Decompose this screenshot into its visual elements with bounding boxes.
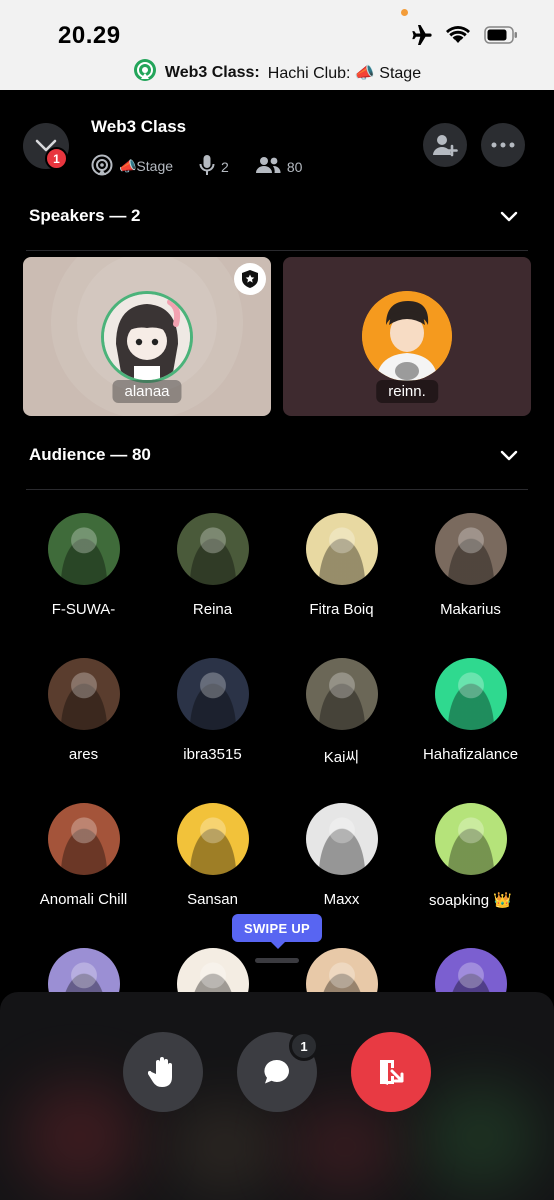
stage-signal-icon: [133, 58, 157, 87]
background-blur: [170, 1102, 280, 1192]
audience-member[interactable]: F-SUWA-: [19, 513, 148, 618]
speaker-name: alanaa: [112, 380, 182, 403]
audience-name: ares: [68, 746, 99, 763]
avatar: [434, 803, 507, 875]
audience-member[interactable]: Fitra Boiq: [277, 513, 406, 618]
background-blur: [290, 1102, 400, 1192]
audience-member[interactable]: ibra3515: [148, 658, 277, 763]
banner-detail: Hachi Club: 📣 Stage: [267, 64, 422, 82]
audience-name: F-SUWA-: [51, 601, 116, 618]
avatar: [176, 513, 249, 585]
audience-name: Hahafizalance: [422, 746, 519, 763]
raise-hand-button[interactable]: [123, 1032, 203, 1112]
audience-name: soapking 👑: [429, 892, 512, 909]
audience-member[interactable]: Anomali Chill: [19, 803, 148, 908]
background-blur: [20, 1082, 140, 1192]
listeners-count: 80: [286, 158, 303, 175]
chevron-down-icon: [500, 211, 518, 221]
controls-panel: [0, 992, 554, 1200]
speakers-section-header[interactable]: Speakers — 2: [29, 206, 518, 226]
avatar: [434, 658, 507, 730]
avatar: [305, 658, 378, 730]
audience-member[interactable]: ares: [19, 658, 148, 763]
wifi-icon: [446, 26, 470, 49]
battery-icon: [484, 26, 518, 49]
avatar: [47, 658, 120, 730]
avatar: [47, 803, 120, 875]
audience-member[interactable]: Makarius: [406, 513, 535, 618]
avatar: [305, 803, 378, 875]
speaker-card[interactable]: reinn.: [283, 257, 531, 416]
people-icon: [255, 156, 281, 177]
more-dots-icon: [491, 142, 515, 148]
avatar: [434, 513, 507, 585]
avatar: [305, 513, 378, 585]
active-call-banner[interactable]: Web3 Class: Hachi Club: 📣 Stage: [0, 58, 554, 87]
microphone-icon: [199, 154, 215, 179]
speaker-name: reinn.: [376, 380, 438, 403]
background-blur: [420, 1082, 540, 1192]
audience-name: Sansan: [187, 891, 238, 908]
audience-name: Kai씨: [323, 749, 360, 766]
audience-member[interactable]: soapking 👑: [406, 803, 535, 909]
avatar: [101, 291, 193, 383]
avatar: [176, 803, 249, 875]
avatar: [47, 513, 120, 585]
hand-icon: [148, 1057, 172, 1087]
avatar: [362, 291, 452, 381]
avatar: [176, 658, 249, 730]
stage-label: 📣Stage: [119, 158, 174, 174]
status-bar: 20.29 Web3 Class: Hachi Club: 📣 Stage: [0, 0, 554, 90]
audience-member[interactable]: Reina: [148, 513, 277, 618]
audience-heading: Audience — 80: [29, 445, 151, 464]
shield-star-icon: [242, 270, 258, 288]
chevron-down-icon: [500, 450, 518, 460]
chat-unread-badge: 1: [289, 1031, 319, 1061]
leave-stage-button[interactable]: [351, 1032, 431, 1112]
stage-header: 1 Web3 Class 📣Stage 2 80: [0, 90, 554, 200]
moderator-badge: [234, 263, 266, 295]
leave-door-icon: [380, 1060, 404, 1085]
stage-channel-icon: [91, 154, 113, 179]
status-icons: [408, 24, 518, 51]
banner-channel: Web3 Class:: [164, 63, 260, 81]
speakers-count: 2: [221, 158, 229, 175]
audience-name: Fitra Boiq: [309, 601, 374, 618]
drag-handle[interactable]: [255, 958, 299, 963]
airplane-icon: [408, 24, 432, 51]
audience-member[interactable]: Maxx: [277, 803, 406, 908]
audience-name: Makarius: [440, 601, 501, 618]
swipe-up-tooltip: SWIPE UP: [232, 914, 322, 949]
chat-bubble-icon: [264, 1059, 289, 1084]
audience-name: Reina: [192, 601, 233, 618]
more-options-button[interactable]: [481, 123, 525, 167]
speakers-heading: Speakers — 2: [29, 206, 141, 225]
section-divider: [26, 250, 528, 251]
invite-button[interactable]: [423, 123, 467, 167]
audience-member[interactable]: Sansan: [148, 803, 277, 908]
speaker-card[interactable]: alanaa: [23, 257, 271, 416]
audience-name: Anomali Chill: [39, 891, 128, 908]
section-divider: [26, 489, 528, 490]
audience-name: ibra3515: [183, 746, 242, 763]
audience-name: Maxx: [323, 891, 360, 908]
audience-section-header[interactable]: Audience — 80: [29, 445, 518, 465]
audience-member[interactable]: Kai씨: [277, 658, 406, 767]
channel-title: Web3 Class: [91, 117, 187, 136]
channel-meta: 📣Stage 2 80: [91, 154, 302, 179]
privacy-indicator-dot: [401, 9, 408, 16]
status-time: 20.29: [58, 22, 121, 49]
audience-member[interactable]: Hahafizalance: [406, 658, 535, 763]
add-user-icon: [433, 135, 458, 157]
notification-badge: 1: [45, 147, 68, 170]
